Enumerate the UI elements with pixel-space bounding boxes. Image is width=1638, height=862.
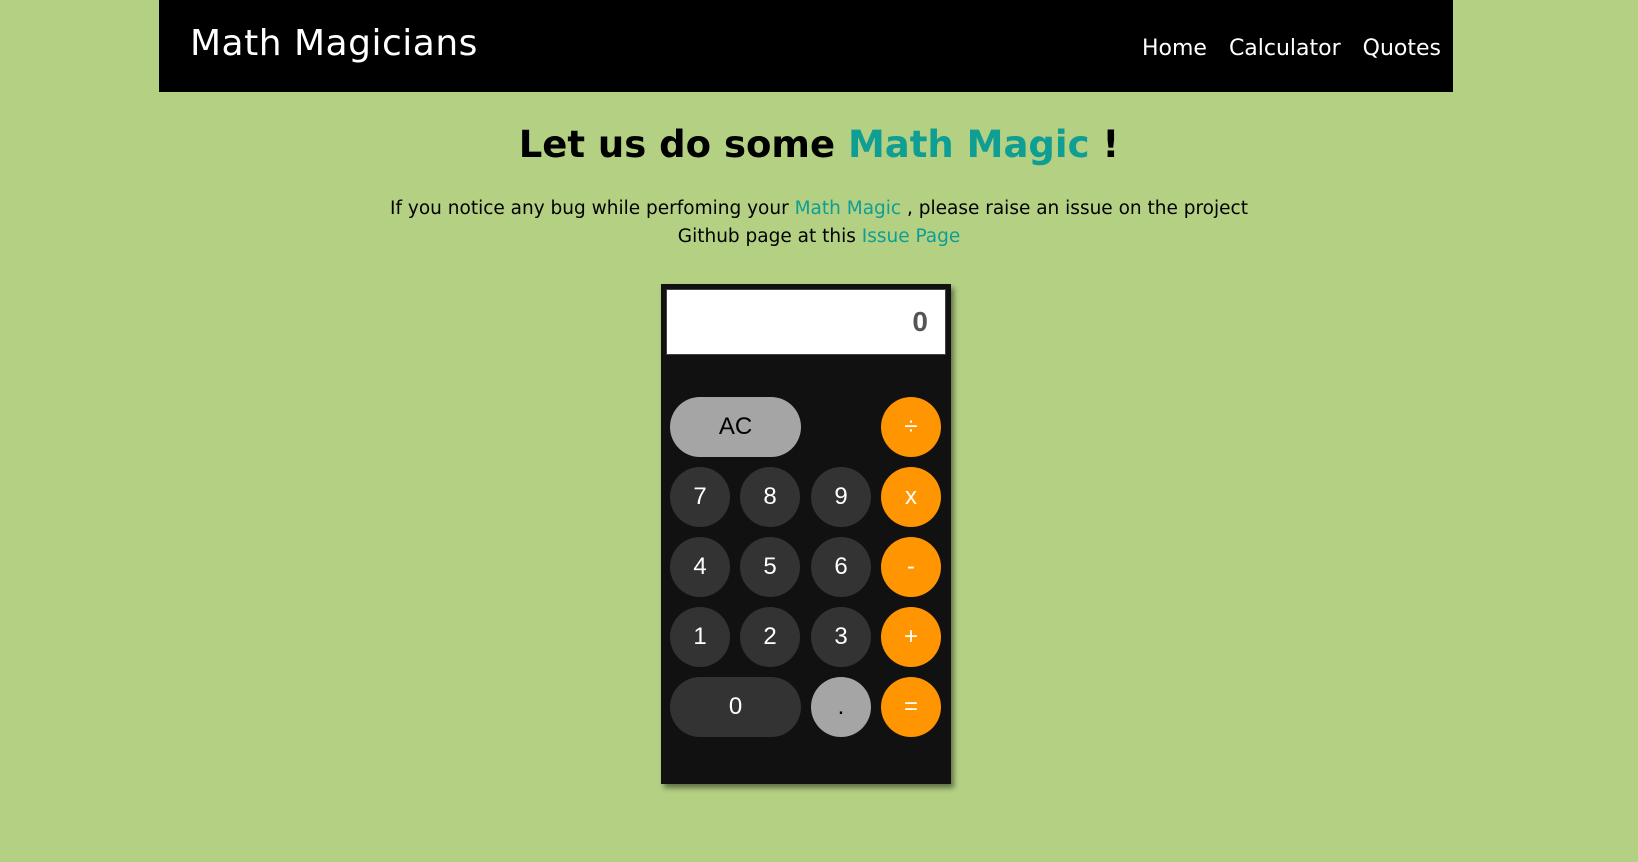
calculator-display: 0 <box>666 289 946 355</box>
equals-button[interactable]: = <box>881 677 941 737</box>
notice-accent: Math Magic <box>794 198 902 219</box>
divide-button[interactable]: ÷ <box>881 397 941 457</box>
headline-suffix: ! <box>1089 123 1120 166</box>
headline-prefix: Let us do some <box>518 123 848 166</box>
digit-1-button[interactable]: 1 <box>670 607 730 667</box>
notice-text-start: If you notice any bug while perfoming yo… <box>390 198 795 219</box>
plus-button[interactable]: + <box>881 607 941 667</box>
digit-3-button[interactable]: 3 <box>811 607 871 667</box>
issue-page-link[interactable]: Issue Page <box>862 226 961 247</box>
nav-link-quotes[interactable]: Quotes <box>1363 36 1441 61</box>
ac-button[interactable]: AC <box>670 397 801 457</box>
digit-6-button[interactable]: 6 <box>811 537 871 597</box>
nav-links: Home Calculator Quotes <box>1142 34 1441 64</box>
multiply-button[interactable]: x <box>881 467 941 527</box>
bug-notice: If you notice any bug while perfoming yo… <box>369 195 1269 251</box>
minus-button[interactable]: - <box>881 537 941 597</box>
decimal-button[interactable]: . <box>811 677 871 737</box>
digit-8-button[interactable]: 8 <box>740 467 800 527</box>
digit-4-button[interactable]: 4 <box>670 537 730 597</box>
digit-9-button[interactable]: 9 <box>811 467 871 527</box>
digit-7-button[interactable]: 7 <box>670 467 730 527</box>
brand-logo[interactable]: Math Magicians <box>190 22 478 66</box>
digit-5-button[interactable]: 5 <box>740 537 800 597</box>
navbar: Math Magicians Home Calculator Quotes <box>159 0 1453 92</box>
calculator: 0 AC ÷ 7 8 9 x 4 5 6 - 1 2 3 + 0 . = <box>661 284 951 784</box>
nav-link-calculator[interactable]: Calculator <box>1229 36 1341 61</box>
digit-2-button[interactable]: 2 <box>740 607 800 667</box>
headline-accent: Math Magic <box>847 123 1090 166</box>
digit-0-button[interactable]: 0 <box>670 677 801 737</box>
page-headline: Let us do some Math Magic ! <box>0 120 1638 170</box>
nav-link-home[interactable]: Home <box>1142 36 1207 61</box>
